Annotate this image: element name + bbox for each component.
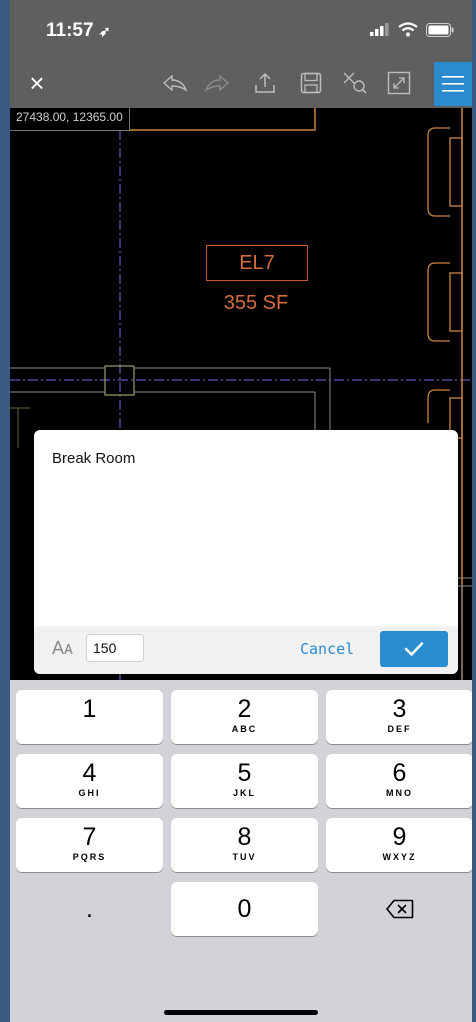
time-text: 11:57 [46,20,94,41]
key-4[interactable]: 4 GHI [16,754,163,808]
annotation-text-area[interactable]: Break Room [52,450,135,467]
key-5[interactable]: 5 JKL [171,754,318,808]
location-icon: ➶ [98,23,111,39]
font-size-input[interactable] [86,634,144,662]
close-icon: × [29,67,45,98]
key-3[interactable]: 3 DEF [326,690,472,744]
wifi-icon [398,22,418,37]
home-indicator[interactable] [164,1010,318,1015]
menu-icon [442,76,464,92]
share-button[interactable] [250,68,280,98]
backspace-icon [385,899,413,919]
room-name-label[interactable]: EL7 [206,245,308,281]
fullscreen-button[interactable] [384,68,414,98]
drawing-toolbar: × [10,58,472,108]
share-icon [255,72,275,93]
key-8[interactable]: 8 TUV [171,818,318,872]
coordinate-readout: 27438.00, 12365.00 [10,108,130,131]
room-area-label: 355 SF [223,292,289,314]
undo-button[interactable] [160,68,190,98]
delete-key[interactable] [326,882,472,936]
status-time: 11:57 ➶ [46,20,111,42]
save-icon [300,72,322,94]
cancel-button[interactable]: Cancel [300,640,354,658]
cellular-signal-icon [370,23,389,36]
status-bar: 11:57 ➶ [10,0,472,58]
redo-icon [204,74,230,92]
key-6[interactable]: 6 MNO [326,754,472,808]
key-9[interactable]: 9 WXYZ [326,818,472,872]
fullscreen-icon [387,71,411,95]
font-size-icon: Aᴀ [52,638,73,658]
window-frame: 11:57 ➶ × 27438.00, 12365.00 EL7 355 SF … [0,0,476,1022]
key-2[interactable]: 2 ABC [171,690,318,744]
undo-icon [162,74,188,92]
zoom-extents-icon [343,72,367,94]
status-indicators [370,22,454,37]
checkmark-icon [404,642,424,657]
zoom-extents-button[interactable] [340,68,370,98]
key-1[interactable]: 1 [16,690,163,744]
key-0[interactable]: 0 [171,882,318,936]
battery-icon [426,22,454,37]
phone-screen: 11:57 ➶ × 27438.00, 12365.00 EL7 355 SF … [10,0,472,1022]
confirm-button[interactable] [380,631,448,667]
numeric-keypad: 1 2 ABC 3 DEF 4 GHI 5 JKL 6 MNO 7 PQRS 8… [10,680,472,1022]
menu-button[interactable] [434,62,472,106]
key-7[interactable]: 7 PQRS [16,818,163,872]
save-button[interactable] [296,68,326,98]
dialog-footer: Aᴀ Cancel [34,626,458,674]
key-decimal[interactable]: . [16,882,163,936]
close-button[interactable]: × [22,68,52,98]
redo-button[interactable] [202,68,232,98]
text-edit-dialog: Break Room Aᴀ Cancel [34,430,458,674]
